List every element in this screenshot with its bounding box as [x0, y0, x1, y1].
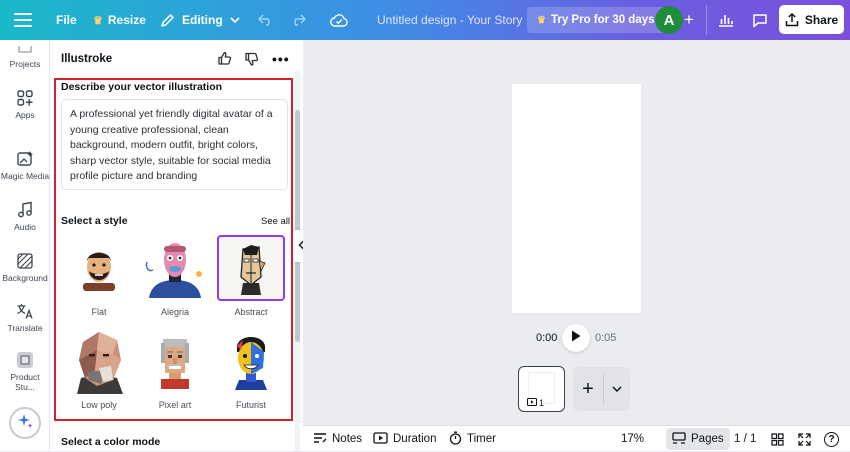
help-icon: ? [824, 431, 839, 447]
sparkle-icon [17, 413, 33, 434]
crown-icon: ♛ [537, 14, 546, 26]
style-option-alegria[interactable]: Alegria [141, 235, 209, 317]
style-option-flat[interactable]: Flat [65, 235, 133, 317]
duration-button[interactable]: Duration [373, 426, 436, 452]
pixel-art-avatar-image [141, 328, 209, 394]
thumbs-up-icon[interactable] [217, 51, 232, 71]
product-studio-icon [16, 351, 34, 369]
page-counter[interactable]: 1 / 1 [734, 426, 756, 452]
play-icon [571, 329, 581, 347]
sidebar-item-background[interactable]: Background [0, 252, 50, 283]
menu-icon[interactable] [14, 0, 32, 40]
sidebar-item-translate[interactable]: Translate [0, 302, 50, 333]
sidebar-item-apps[interactable]: Apps [0, 89, 50, 120]
left-sidebar: Projects Apps Magic Media Audio Backgrou… [0, 40, 50, 451]
design-page[interactable] [512, 84, 641, 313]
style-option-low-poly[interactable]: Low poly [65, 328, 133, 410]
sidebar-item-projects[interactable]: Projects [0, 46, 50, 69]
user-avatar[interactable]: A [655, 6, 683, 34]
add-collaborator-icon[interactable]: + [684, 0, 694, 40]
notes-button[interactable]: Notes [313, 426, 362, 452]
abstract-avatar-image [217, 235, 285, 301]
sidebar-item-magic-media[interactable]: Magic Media [0, 150, 50, 181]
chevron-down-icon[interactable] [604, 367, 630, 411]
comment-icon[interactable] [745, 5, 775, 35]
insights-chart-icon[interactable] [711, 5, 741, 35]
play-button[interactable] [562, 324, 590, 352]
panel-title: Illustroke [61, 53, 113, 65]
describe-label: Describe your vector illustration [61, 81, 223, 93]
translate-icon [16, 302, 34, 320]
folder-icon [16, 46, 34, 56]
timer-button[interactable]: Timer [449, 426, 496, 452]
panel-scrollbar-thumb[interactable] [295, 110, 300, 342]
style-option-futurist[interactable]: Futurist [217, 328, 285, 410]
color-mode-heading: Select a color mode [61, 436, 161, 448]
page-thumbnail-badge: 1 [527, 398, 544, 408]
notes-icon [313, 432, 327, 447]
pages-grid-icon [672, 431, 686, 447]
sidebar-item-product-studio[interactable]: Product Stu... [0, 351, 50, 392]
grid-view-icon[interactable] [771, 426, 784, 452]
document-title[interactable]: Untitled design - Your Story [377, 0, 522, 40]
alegria-avatar-image [141, 235, 209, 301]
try-pro-button[interactable]: ♛ Try Pro for 30 days [527, 7, 665, 33]
cloud-saved-icon[interactable] [330, 0, 348, 40]
current-time: 0:00 [536, 332, 558, 344]
low-poly-avatar-image [65, 328, 133, 394]
flat-avatar-image [65, 235, 133, 301]
total-time: 0:05 [595, 332, 617, 344]
video-play-icon [373, 431, 388, 447]
style-heading: Select a style [61, 215, 128, 227]
style-option-pixel-art[interactable]: Pixel art [141, 328, 209, 410]
resize-button[interactable]: ♛ Resize [93, 0, 146, 40]
pages-toggle-button[interactable]: Pages [666, 428, 730, 450]
see-all-link[interactable]: See all [261, 216, 290, 227]
magic-assistant-button[interactable] [9, 407, 41, 439]
help-button[interactable]: ? [824, 426, 839, 452]
stopwatch-icon [449, 431, 462, 448]
crown-icon: ♛ [93, 14, 103, 27]
chevron-down-icon [230, 16, 240, 24]
zoom-level[interactable]: 17% [621, 426, 644, 452]
fullscreen-icon[interactable] [798, 426, 811, 452]
page-thumbnail[interactable]: 1 [518, 366, 565, 412]
bottom-toolbar: Notes Duration Timer 17% Pages 1 / 1 ? [303, 425, 850, 451]
redo-icon[interactable] [290, 0, 306, 40]
apps-icon [16, 89, 34, 107]
share-upload-icon [785, 12, 799, 27]
share-button[interactable]: Share [779, 5, 844, 34]
file-menu-button[interactable]: File [56, 0, 77, 40]
background-icon [16, 252, 34, 270]
sidebar-item-audio[interactable]: Audio [0, 201, 50, 232]
editing-mode-dropdown[interactable]: Editing [160, 0, 240, 40]
divider [706, 5, 707, 35]
add-page-group: + [573, 367, 630, 411]
magic-media-icon [16, 150, 34, 168]
pencil-icon [160, 13, 175, 28]
illustroke-panel: Illustroke ••• Describe your vector illu… [50, 40, 303, 451]
canvas-area: 0:00 0:05 1 + [303, 40, 850, 425]
undo-icon[interactable] [258, 0, 274, 40]
top-toolbar: File ♛ Resize Editing Untitled design - … [0, 0, 850, 40]
music-note-icon [16, 201, 34, 219]
futurist-avatar-image [217, 328, 285, 394]
thumbs-down-icon[interactable] [244, 52, 259, 72]
add-page-icon[interactable]: + [573, 367, 603, 411]
style-option-abstract[interactable]: Abstract [217, 235, 285, 317]
prompt-textarea[interactable]: A professional yet friendly digital avat… [61, 99, 288, 190]
video-page-icon [527, 398, 537, 408]
more-options-icon[interactable]: ••• [272, 51, 290, 67]
